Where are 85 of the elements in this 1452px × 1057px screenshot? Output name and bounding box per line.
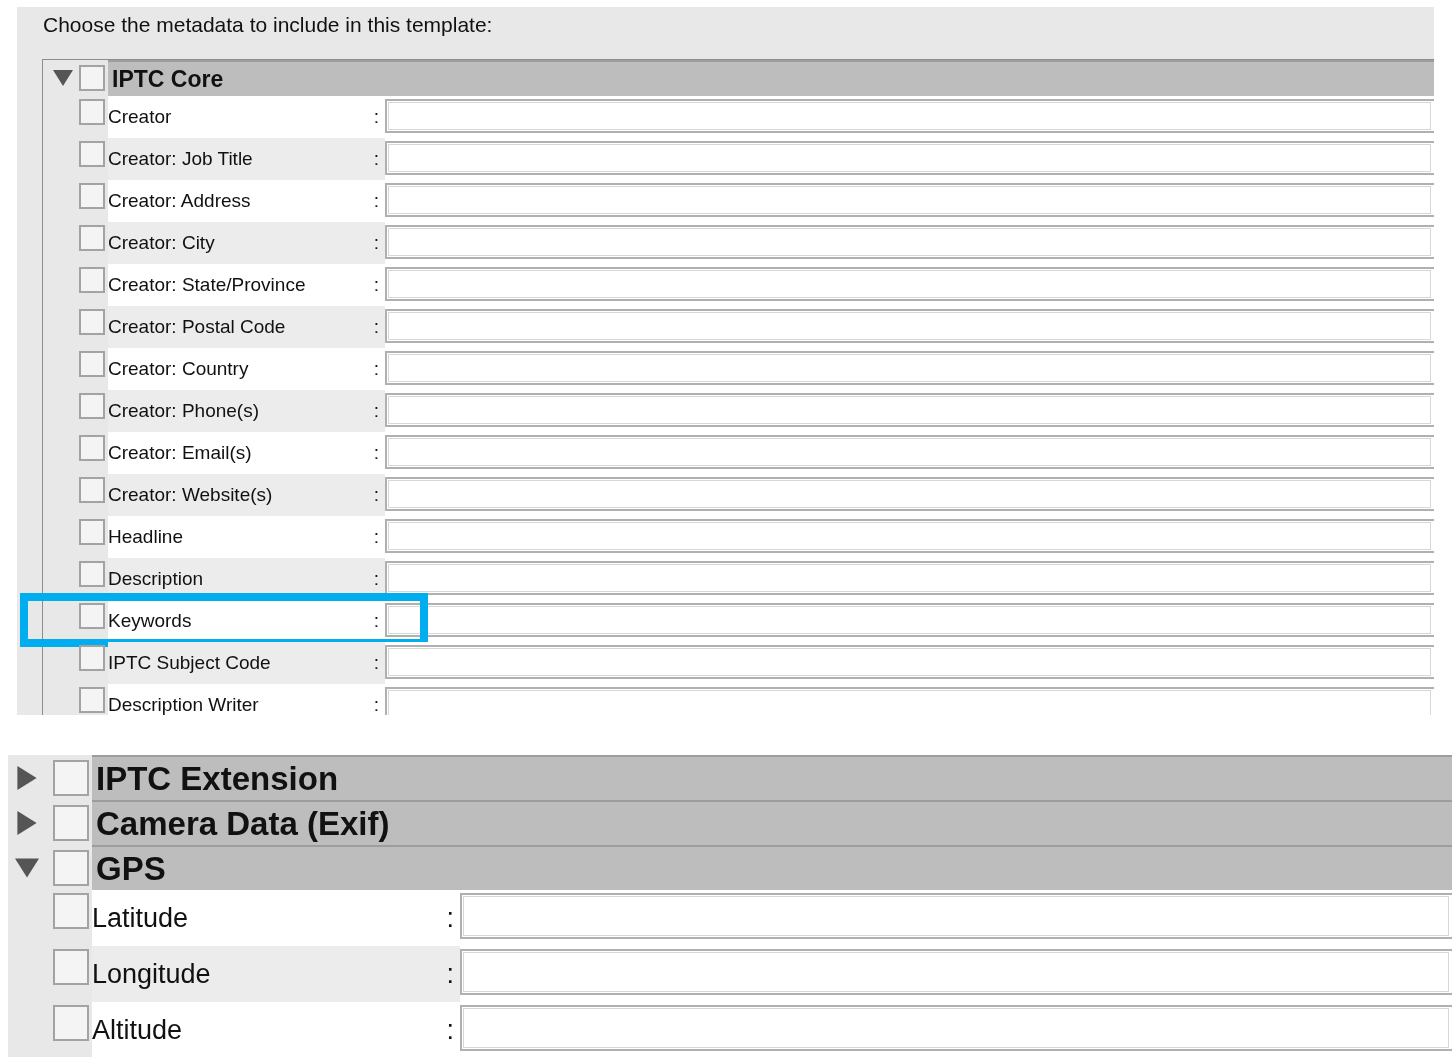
colon-separator: : xyxy=(373,316,379,338)
colon-separator: : xyxy=(373,106,379,128)
colon-separator: : xyxy=(373,526,379,548)
field-label: Creator: Email(s) xyxy=(108,442,252,464)
colon-separator: : xyxy=(373,484,379,506)
input-field[interactable] xyxy=(460,1005,1452,1051)
disclosure-triangle-icon[interactable] xyxy=(15,810,39,835)
group-title: IPTC Core xyxy=(111,65,224,93)
disclosure-triangle-icon[interactable] xyxy=(15,765,39,790)
group-title: GPS xyxy=(95,849,166,888)
field-label: Creator: Website(s) xyxy=(108,484,273,506)
colon-separator: : xyxy=(373,232,379,254)
checkbox[interactable] xyxy=(53,804,89,841)
checkbox[interactable] xyxy=(79,435,105,461)
checkbox[interactable] xyxy=(79,561,105,587)
input-field[interactable] xyxy=(385,183,1434,217)
checkbox[interactable] xyxy=(53,849,89,886)
checkbox[interactable] xyxy=(53,1005,89,1041)
field-label: Creator: Country xyxy=(108,358,249,380)
checkbox[interactable] xyxy=(53,949,89,985)
input-field[interactable] xyxy=(385,351,1434,385)
input-field[interactable] xyxy=(385,141,1434,175)
colon-separator: : xyxy=(373,694,379,715)
checkbox[interactable] xyxy=(79,477,105,503)
input-field[interactable] xyxy=(385,687,1434,715)
input-field[interactable] xyxy=(385,477,1434,511)
checkbox[interactable] xyxy=(79,141,105,167)
field-label: Creator: Phone(s) xyxy=(108,400,259,422)
checkbox[interactable] xyxy=(53,759,89,796)
input-field[interactable] xyxy=(385,519,1434,553)
input-field[interactable] xyxy=(385,645,1434,679)
colon-separator: : xyxy=(373,652,379,674)
colon-separator: : xyxy=(373,568,379,590)
checkbox[interactable] xyxy=(79,225,105,251)
field-label: Description Writer xyxy=(108,694,259,715)
colon-separator: : xyxy=(446,958,454,990)
input-field[interactable] xyxy=(385,435,1434,469)
field-label: Creator: Job Title xyxy=(108,148,253,170)
input-field[interactable] xyxy=(385,309,1434,343)
colon-separator: : xyxy=(373,610,379,632)
field-label: Creator: City xyxy=(108,232,215,254)
field-label: Creator: Postal Code xyxy=(108,316,286,338)
input-field[interactable] xyxy=(460,949,1452,995)
input-field[interactable] xyxy=(385,267,1434,301)
checkbox[interactable] xyxy=(79,603,105,629)
checkbox[interactable] xyxy=(79,645,105,671)
colon-separator: : xyxy=(373,400,379,422)
colon-separator: : xyxy=(373,148,379,170)
checkbox[interactable] xyxy=(79,351,105,377)
checkbox[interactable] xyxy=(53,893,89,929)
input-field[interactable] xyxy=(385,225,1434,259)
field-label: Creator xyxy=(108,106,172,128)
field-label: Creator: State/Province xyxy=(108,274,306,296)
field-label: Creator: Address xyxy=(108,190,251,212)
field-label: IPTC Subject Code xyxy=(108,652,271,674)
input-field[interactable] xyxy=(385,603,1434,637)
colon-separator: : xyxy=(373,358,379,380)
checkbox[interactable] xyxy=(79,99,105,125)
field-label: Altitude xyxy=(92,1014,183,1046)
input-field[interactable] xyxy=(460,893,1452,939)
checkbox[interactable] xyxy=(79,687,105,713)
group-title: Camera Data (Exif) xyxy=(95,804,390,843)
field-label: Headline xyxy=(108,526,183,548)
input-field[interactable] xyxy=(385,99,1434,133)
prompt-text: Choose the metadata to include in this template: xyxy=(42,12,494,38)
checkbox[interactable] xyxy=(79,267,105,293)
checkbox[interactable] xyxy=(79,393,105,419)
colon-separator: : xyxy=(446,1014,454,1046)
checkbox[interactable] xyxy=(79,309,105,335)
field-label: Latitude xyxy=(92,902,189,934)
group-title: IPTC Extension xyxy=(95,759,339,798)
field-label: Longitude xyxy=(92,958,211,990)
colon-separator: : xyxy=(373,274,379,296)
disclosure-triangle-icon[interactable] xyxy=(53,68,73,88)
checkbox[interactable] xyxy=(79,519,105,545)
field-label: Description xyxy=(108,568,204,590)
colon-separator: : xyxy=(373,442,379,464)
colon-separator: : xyxy=(446,902,454,934)
field-label: Keywords xyxy=(108,610,192,632)
input-field[interactable] xyxy=(385,393,1434,427)
disclosure-triangle-icon[interactable] xyxy=(15,855,39,880)
checkbox[interactable] xyxy=(79,183,105,209)
input-field[interactable] xyxy=(385,561,1434,595)
colon-separator: : xyxy=(373,190,379,212)
checkbox[interactable] xyxy=(79,65,105,91)
